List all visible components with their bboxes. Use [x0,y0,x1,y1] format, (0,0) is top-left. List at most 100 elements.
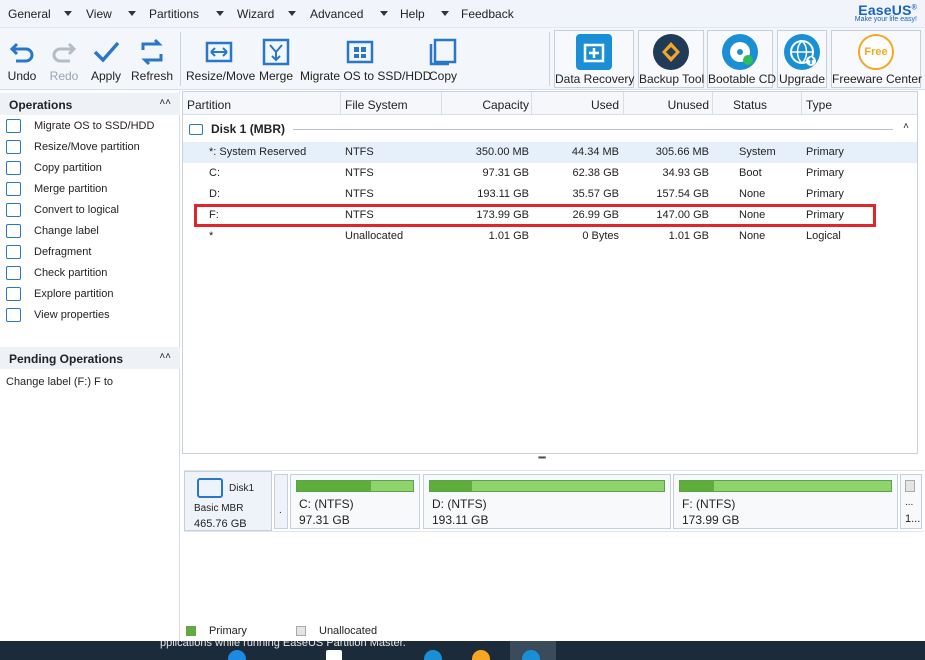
usage-bar [679,480,892,492]
partition-block[interactable]: F: (NTFS) 173.99 GB [673,474,898,529]
partition-block-system[interactable]: . [274,474,288,529]
menu-wizard-caret-icon[interactable] [288,11,296,16]
col-used[interactable]: Used [535,98,619,112]
redo-button[interactable]: Redo [44,28,84,88]
bootable-cd-icon [722,34,758,70]
refresh-label: Refresh [130,69,174,83]
bootable-app-icon[interactable] [424,650,442,660]
partition-block-unallocated[interactable]: ... 1... [900,474,922,529]
col-partition[interactable]: Partition [187,98,231,112]
highlight-box [194,204,876,227]
header-divider [441,92,442,115]
migrate-os-label: Migrate OS to SSD/HDD [300,69,432,83]
undo-button[interactable]: Undo [2,28,42,88]
freeware-center-button[interactable]: Free Freeware Center [831,30,923,88]
undo-label: Undo [7,69,37,83]
operation-item[interactable]: Change label [6,221,99,241]
col-status[interactable]: Status [733,98,767,112]
menu-view[interactable]: View [86,7,112,21]
table-row[interactable]: D: NTFS 193.11 GB 35.57 GB 157.54 GB None Prim… [183,184,917,205]
operation-item[interactable]: Check partition [6,263,107,283]
table-row[interactable]: *: System Reserved NTFS 350.00 MB 44.34 MB 3… [183,142,917,163]
cell-unused: 34.93 GB [662,167,709,179]
partition-block-name: C: (NTFS) [299,497,354,511]
disk-map-size: 465.76 GB [194,518,247,530]
operation-item[interactable]: Explore partition [6,284,114,304]
collapse-disk-icon[interactable]: ˄ [903,121,909,132]
menu-partitions[interactable]: Partitions [149,7,199,21]
operation-item[interactable]: Defragment [6,242,91,262]
partition-block[interactable]: D: (NTFS) 193.11 GB [423,474,671,529]
pending-operations-header[interactable]: Pending Operations ˄˄ [0,347,180,369]
partition-block-system-label: . [279,505,282,516]
disk-icon [189,124,203,135]
redo-icon [52,42,77,63]
primary-swatch [186,626,196,636]
operation-item[interactable]: Copy partition [6,158,102,178]
apply-button[interactable]: Apply [86,28,126,88]
backup-tool-button[interactable]: Backup Tool [638,30,704,88]
pending-operation-item[interactable]: Change label (F:) F to [6,376,113,388]
cell-status: None [739,230,766,242]
partition-block-size: 97.31 GB [299,513,350,527]
menu-advanced[interactable]: Advanced [310,7,363,21]
disk-group-row[interactable]: Disk 1 (MBR) ˄ [183,119,917,139]
table-row[interactable]: C: NTFS 97.31 GB 62.38 GB 34.93 GB Boot Primar… [183,163,917,184]
usage-bar-fill [430,481,473,491]
menu-advanced-caret-icon[interactable] [380,11,388,16]
partition-table: Partition File System Capacity Used Unus… [182,91,918,454]
operation-item[interactable]: Resize/Move partition [6,137,140,157]
freeware-center-label: Freeware Center [832,72,923,86]
operation-label: Change label [34,225,99,237]
operations-header[interactable]: Operations ˄˄ [0,93,180,115]
taskbar-tooltip: pplications while running EaseUS Partiti… [160,641,406,649]
collapse-operations-icon[interactable]: ˄˄ [159,97,171,108]
toolbar-divider [180,32,181,86]
operation-item[interactable]: Convert to logical [6,200,119,220]
edge-browser-icon[interactable] [228,650,246,660]
copy-button[interactable]: Copy [424,28,462,88]
data-recovery-button[interactable]: Data Recovery [554,30,634,88]
operation-item[interactable]: View properties [6,305,110,325]
upgrade-button[interactable]: Upgrade [777,30,827,88]
table-row[interactable]: * Unallocated 1.01 GB 0 Bytes 1.01 GB None Log… [183,226,917,247]
col-capacity[interactable]: Capacity [445,98,529,112]
col-file-system[interactable]: File System [345,98,408,112]
collapse-pending-icon[interactable]: ˄˄ [159,351,171,362]
redo-label: Redo [49,69,79,83]
col-type[interactable]: Type [806,98,832,112]
menu-help[interactable]: Help [400,7,425,21]
chart-app-icon[interactable] [472,650,490,660]
menu-feedback[interactable]: Feedback [461,7,514,21]
store-icon[interactable] [326,650,342,660]
operation-item[interactable]: Migrate OS to SSD/HDD [6,116,154,136]
menu-help-caret-icon[interactable] [441,11,449,16]
resize-icon [6,140,21,154]
brand-mark: ® [911,4,917,12]
refresh-button[interactable]: Refresh [128,28,176,88]
menu-general[interactable]: General [8,7,51,21]
merge-button[interactable]: Merge [256,28,296,88]
cell-type: Primary [806,167,844,179]
menu-partitions-caret-icon[interactable] [216,11,224,16]
operation-item[interactable]: Merge partition [6,179,107,199]
cell-unused: 157.54 GB [656,188,709,200]
resize-move-button[interactable]: Resize/Move [186,28,255,88]
menu-general-caret-icon[interactable] [64,11,72,16]
cell-type: Logical [806,230,841,242]
menu-wizard[interactable]: Wizard [237,7,274,21]
partition-block[interactable]: C: (NTFS) 97.31 GB [290,474,420,529]
active-taskbar-item[interactable] [510,641,556,660]
menu-view-caret-icon[interactable] [128,11,136,16]
cell-used: 0 Bytes [582,230,619,242]
menu-bar: General View Partitions Wizard Advanced … [0,0,925,28]
bootable-cd-button[interactable]: Bootable CD [707,30,776,88]
disk-map-name: Disk1 [229,483,255,494]
disk-info-block[interactable]: Disk1 Basic MBR 465.76 GB [184,471,272,531]
migrate-os-button[interactable]: Migrate OS to SSD/HDD [300,28,432,88]
col-unused[interactable]: Unused [627,98,709,112]
splitter-handle[interactable]: '''''''''' [538,455,546,465]
defragment-icon [6,245,21,259]
header-divider [531,92,532,115]
disk-label: Disk 1 (MBR) [211,122,286,136]
